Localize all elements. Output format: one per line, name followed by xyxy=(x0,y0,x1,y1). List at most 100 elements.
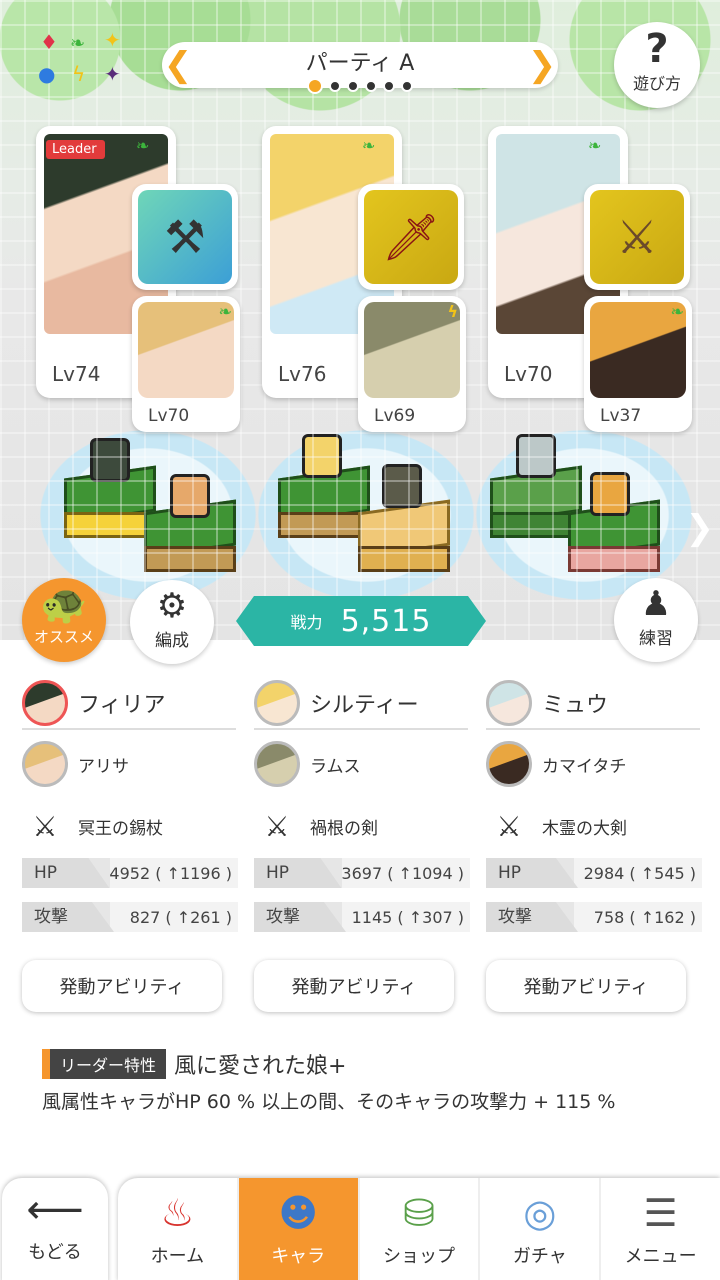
power-value: 5,515 xyxy=(340,603,432,639)
scarecrow-icon: ♟ xyxy=(640,584,672,624)
weapon-row[interactable]: ⚔ 禍根の剣 xyxy=(254,804,468,848)
page-dot[interactable] xyxy=(307,78,323,94)
character-avatar xyxy=(22,680,68,726)
tab-home[interactable]: ♨ ホーム xyxy=(118,1178,239,1280)
page-dot[interactable] xyxy=(365,80,377,92)
character-sprite xyxy=(516,434,556,478)
sub-level: Lv37 xyxy=(600,406,642,426)
weapon-slot[interactable]: ⚒ xyxy=(132,184,238,290)
weapon-name: 木霊の大剣 xyxy=(542,818,627,839)
main-character-name: ミュウ xyxy=(542,693,609,718)
sub-character-name: アリサ xyxy=(78,756,129,777)
tab-chara-label: キャラ xyxy=(271,1246,326,1267)
thunder-attribute-icon: ϟ xyxy=(447,302,458,321)
ability-button[interactable]: 発動アビリティ xyxy=(486,960,686,1012)
tab-gacha-label: ガチャ xyxy=(512,1246,567,1267)
character-sprite xyxy=(90,438,130,482)
character-avatar xyxy=(254,680,300,726)
scroll-right-arrow-icon[interactable]: ❯ xyxy=(686,508,715,548)
sub-character-avatar xyxy=(486,741,532,787)
character-sprite xyxy=(382,464,422,508)
sub-character-row[interactable]: ラムス xyxy=(254,740,468,788)
leader-skill-description: 風属性キャラがHP 60 % 以上の間、そのキャラの攻撃力 + 115 % xyxy=(42,1091,616,1113)
tab-chara[interactable]: ☻ キャラ xyxy=(238,1178,360,1280)
tab-menu-label: メニュー xyxy=(624,1246,697,1267)
tab-home-label: ホーム xyxy=(150,1246,205,1267)
ability-button[interactable]: 発動アビリティ xyxy=(22,960,222,1012)
party-slot-3[interactable]: Lv70 ⚔ ❧ Lv37 ❧ xyxy=(488,126,692,432)
hp-label: HP xyxy=(22,858,110,888)
weapon-row[interactable]: ⚔ 木霊の大剣 xyxy=(486,804,700,848)
question-icon: ? xyxy=(645,26,669,72)
recommend-button[interactable]: 🐢 オススメ xyxy=(22,578,106,662)
power-label: 戦力 xyxy=(290,613,323,632)
terrain-block xyxy=(278,465,370,542)
hp-label: HP xyxy=(254,858,342,888)
recommend-label: オススメ xyxy=(33,628,94,646)
thunder-icon: ϟ xyxy=(72,62,86,86)
element-chart-icon[interactable]: ♦ ❧ ✦ ● ϟ ✦ xyxy=(34,30,130,94)
weapon-row[interactable]: ⚔ 冥王の錫杖 xyxy=(22,804,236,848)
formation-button[interactable]: ⚙ 編成 xyxy=(130,580,214,664)
main-level: Lv74 xyxy=(52,362,101,386)
attack-stat: 攻撃 758 ( ↑162 ) xyxy=(486,902,702,932)
sub-character-row[interactable]: カマイタチ xyxy=(486,740,700,788)
sub-character-portrait xyxy=(364,302,460,398)
character-sprite xyxy=(590,472,630,516)
sword-weapon-icon: 🗡 xyxy=(364,190,458,284)
page-dot[interactable] xyxy=(347,80,359,92)
hp-stat: HP 4952 ( ↑1196 ) xyxy=(22,858,238,888)
tab-menu[interactable]: ☰ メニュー xyxy=(601,1178,720,1280)
help-button[interactable]: ? 遊び方 xyxy=(614,22,700,108)
water-icon: ● xyxy=(38,62,56,86)
formation-label: 編成 xyxy=(155,631,189,651)
tab-gacha[interactable]: ◎ ガチャ xyxy=(480,1178,602,1280)
party-detail-panel: フィリア アリサ ⚔ 冥王の錫杖 HP 4952 ( ↑1196 ) 攻撃 82… xyxy=(0,640,720,1160)
party-slot-1[interactable]: Leader Lv74 ⚒ ❧ Lv70 ❧ xyxy=(36,126,240,432)
party-selector: ❮ パーティ A ❯ xyxy=(162,42,558,94)
hp-stat: HP 3697 ( ↑1094 ) xyxy=(254,858,470,888)
weapon-icon: ⚔ xyxy=(32,809,58,843)
leader-skill-name: 風に愛された娘+ xyxy=(174,1054,347,1079)
tab-shop[interactable]: ⛁ ショップ xyxy=(360,1178,481,1280)
page-dot[interactable] xyxy=(401,80,413,92)
axe-weapon-icon: ⚒ xyxy=(138,190,232,284)
hp-value: 4952 ( ↑1196 ) xyxy=(109,863,232,883)
attack-label: 攻撃 xyxy=(22,902,114,932)
sub-character-avatar xyxy=(254,741,300,787)
weapon-icon: ⚔ xyxy=(496,809,522,843)
attack-value: 827 ( ↑261 ) xyxy=(129,907,232,927)
sub-character-card[interactable]: ❧ Lv37 xyxy=(584,296,692,432)
greatsword-weapon-icon: ⚔ xyxy=(590,190,684,284)
sub-character-row[interactable]: アリサ xyxy=(22,740,236,788)
sub-character-card[interactable]: ϟ Lv69 xyxy=(358,296,466,432)
sub-character-card[interactable]: ❧ Lv70 xyxy=(132,296,240,432)
page-dot[interactable] xyxy=(383,80,395,92)
ability-button[interactable]: 発動アビリティ xyxy=(254,960,454,1012)
page-dot[interactable] xyxy=(329,80,341,92)
party-slot-2[interactable]: Lv76 🗡 ϟ Lv69 ❧ xyxy=(262,126,466,432)
main-character-row[interactable]: ミュウ xyxy=(486,678,700,730)
practice-button[interactable]: ♟ 練習 xyxy=(614,578,698,662)
hp-value: 2984 ( ↑545 ) xyxy=(583,863,696,883)
wind-attribute-icon: ❧ xyxy=(588,136,602,155)
tab-shop-label: ショップ xyxy=(382,1246,455,1267)
leader-skill-tag: リーダー特性 xyxy=(42,1049,167,1079)
hp-label: HP xyxy=(486,858,578,888)
weapon-icon: ⚔ xyxy=(264,809,290,843)
attack-label: 攻撃 xyxy=(486,902,578,932)
wind-icon: ❧ xyxy=(70,33,86,54)
attack-value: 1145 ( ↑307 ) xyxy=(351,907,464,927)
weapon-slot[interactable]: ⚔ xyxy=(584,184,690,290)
wind-attribute-icon: ❧ xyxy=(670,302,684,321)
practice-label: 練習 xyxy=(639,629,673,649)
character-platform xyxy=(258,430,474,600)
weapon-slot[interactable]: 🗡 xyxy=(358,184,464,290)
sub-character-avatar xyxy=(22,741,68,787)
sub-character-name: ラムス xyxy=(310,756,361,777)
main-character-row[interactable]: シルティー xyxy=(254,678,468,730)
fire-icon: ♦ xyxy=(40,30,58,54)
back-button[interactable]: ⟵ もどる xyxy=(2,1178,108,1280)
hp-value: 3697 ( ↑1094 ) xyxy=(341,863,464,883)
main-character-row[interactable]: フィリア xyxy=(22,678,236,730)
